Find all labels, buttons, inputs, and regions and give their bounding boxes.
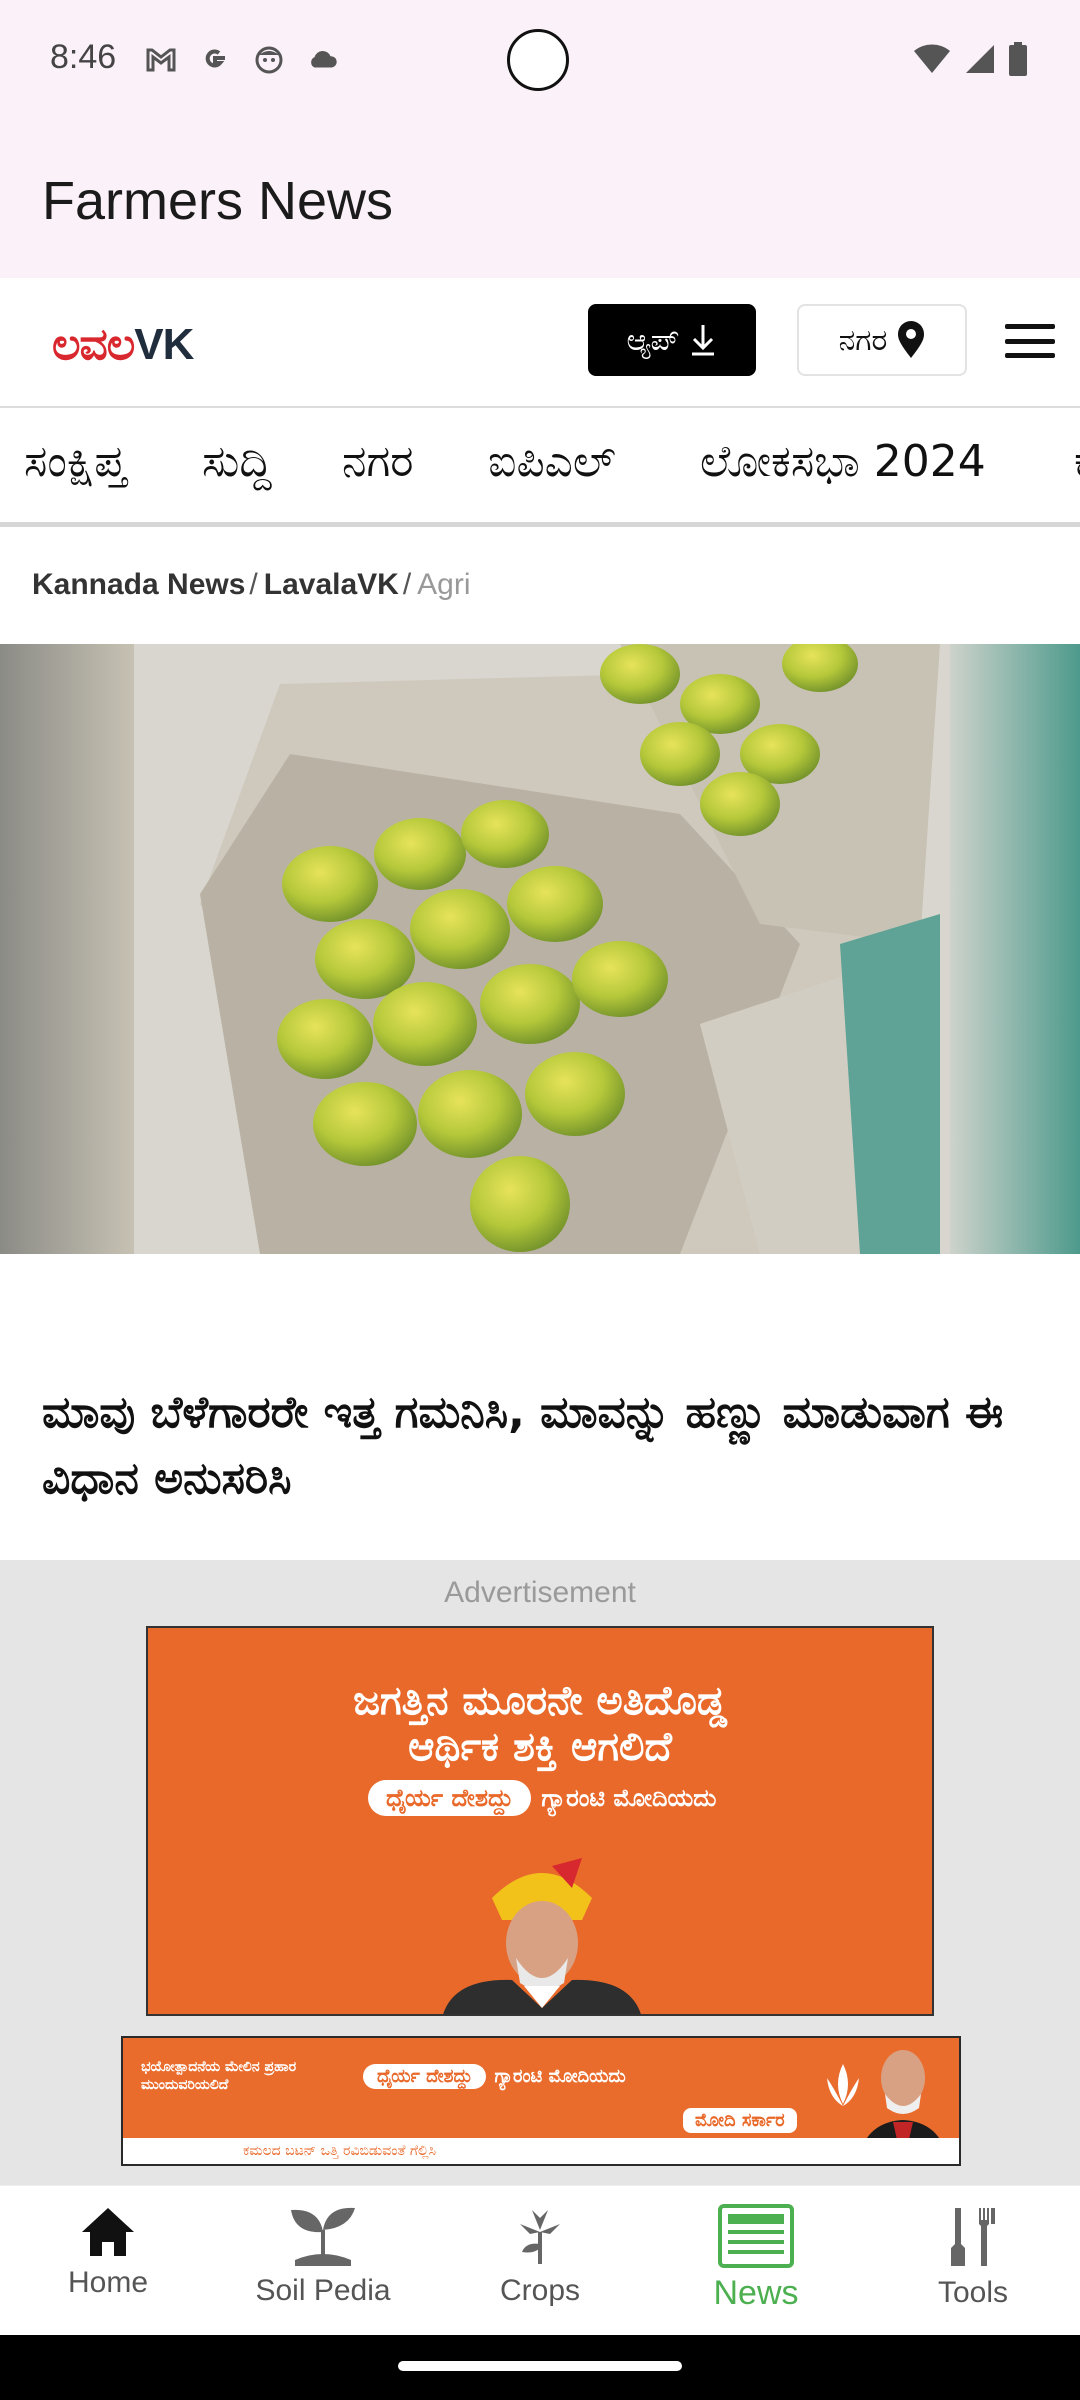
bottom-navigation: Home Soil Pedia Crops News Tools — [0, 2185, 1080, 2336]
advertisement-main-banner[interactable]: ಜಗತ್ತಿನ ಮೂರನೇ ಅತಿದೊಡ್ಡ ಆರ್ಥಿಕ ಶಕ್ತಿ ಆಗಲಿ… — [146, 1626, 934, 2016]
ad-banner-pill-suffix: ಗ್ಯಾರಂಟಿ ಮೋದಿಯದು — [494, 2066, 626, 2087]
nav-label-tools: Tools — [937, 2276, 1009, 2309]
home-gesture-handle[interactable] — [398, 2361, 682, 2371]
status-bar: 8:46 — [0, 0, 1080, 128]
advertisement-secondary-banner[interactable]: ಭಯೋತ್ಪಾದನೆಯ ಮೇಲಿನ ಪ್ರಹಾರ ಮುಂದುವರಿಯಲಿದೆ ಧ… — [121, 2036, 961, 2166]
tab-briefs[interactable]: ಸಂಕ್ಷಿಪ್ತ — [24, 436, 126, 487]
ad-banner-strip: ಕಮಲದ ಬಟನ್ ಒತ್ತಿ ರವಿಬಿಡುವಂತೆ ಗೆಲ್ಲಿಸಿ — [123, 2138, 959, 2164]
nav-label-news: News — [713, 2274, 799, 2312]
tab-city[interactable]: ನಗರ — [342, 436, 414, 487]
status-notification-icons — [145, 44, 339, 76]
nav-item-crops[interactable]: Crops — [460, 2204, 620, 2308]
site-logo[interactable]: ಲವಲVK — [52, 320, 194, 370]
ad-banner-pill: ಧೈರ್ಯ ದೇಶದ್ದು ಗ್ಯಾರಂಟಿ ಮೋದಿಯದು — [363, 2064, 626, 2089]
tab-news[interactable]: ಸುದ್ದಿ — [202, 436, 272, 487]
logo-black-text: VK — [134, 320, 194, 369]
tab-next[interactable]: ಕ — [1074, 436, 1080, 487]
home-icon — [82, 2208, 134, 2256]
download-icon — [692, 325, 715, 356]
article-headline: ಮಾವು ಬೆಳೆಗಾರರೇ ಇತ್ತ ಗಮನಿಸಿ, ಮಾವನ್ನು ಹಣ್ಣ… — [42, 1387, 1004, 1504]
cloud-icon — [307, 44, 339, 76]
ad-main-headline: ಜಗತ್ತಿನ ಮೂರನೇ ಅತಿದೊಡ್ಡ ಆರ್ಥಿಕ ಶಕ್ತಿ ಆಗಲಿ… — [148, 1678, 932, 1770]
logo-red-text: ಲವಲ — [52, 320, 135, 369]
tools-icon — [951, 2208, 995, 2266]
nav-item-news[interactable]: News — [676, 2204, 836, 2313]
city-select-button[interactable]: ನಗರ — [797, 304, 967, 376]
article-hero-image — [0, 644, 1080, 1254]
ad-main-pill-suffix: ಗ್ಯಾರಂಟಿ ಮೋದಿಯದು — [541, 1784, 717, 1812]
status-time: 8:46 — [50, 38, 117, 76]
app-download-button[interactable]: ಆ್ಯಪ್ — [588, 304, 756, 376]
face-icon — [253, 44, 285, 76]
breadcrumb-kannada-news[interactable]: Kannada News — [32, 568, 245, 601]
crop-flower-icon — [520, 2210, 560, 2264]
tab-loksabha-2024[interactable]: ಲೋಕಸಭಾ 2024 — [700, 436, 986, 487]
battery-icon — [1009, 42, 1027, 76]
nav-item-tools[interactable]: Tools — [893, 2204, 1053, 2310]
ad-main-line1: ಜಗತ್ತಿನ ಮೂರನೇ ಅತಿದೊಡ್ಡ — [353, 1678, 727, 1724]
app-bar: Farmers News — [0, 128, 1080, 278]
advertisement-label: Advertisement — [444, 1576, 636, 1609]
ad-person-image — [443, 1858, 641, 2014]
app-title: Farmers News — [42, 171, 394, 231]
ad-main-line2: ಆರ್ಥಿಕ ಶಕ್ತಿ ಆಗಲಿದೆ — [408, 1724, 672, 1770]
ad-banner-small-text: ಭಯೋತ್ಪಾದನೆಯ ಮೇಲಿನ ಪ್ರಹಾರ ಮುಂದುವರಿಯಲಿದೆ — [141, 2059, 297, 2093]
status-system-icons — [912, 42, 1028, 76]
ad-main-pill: ಧೈರ್ಯ ದೇಶದ್ದು ಗ್ಯಾರಂಟಿ ಮೋದಿಯದು — [368, 1776, 716, 1820]
location-pin-icon — [898, 321, 925, 358]
breadcrumb: Kannada News / LavalaVK / Agri — [32, 568, 471, 602]
city-button-label: ನಗರ — [838, 322, 888, 358]
sprout-icon — [291, 2207, 355, 2266]
breadcrumb-agri: Agri — [417, 568, 471, 601]
nav-item-home[interactable]: Home — [28, 2204, 188, 2300]
breadcrumb-separator: / — [249, 568, 258, 601]
signal-icon — [966, 45, 994, 73]
ad-banner-pill-label: ಧೈರ್ಯ ದೇಶದ್ದು — [363, 2064, 487, 2089]
nav-label-soil-pedia: Soil Pedia — [255, 2274, 391, 2307]
ad-main-pill-label: ಧೈರ್ಯ ದೇಶದ್ದು — [368, 1780, 532, 1816]
breadcrumb-lavalavk[interactable]: LavalaVK — [264, 568, 399, 601]
newspaper-icon — [718, 2204, 794, 2268]
hamburger-menu-icon[interactable] — [1005, 324, 1055, 358]
nav-label-crops: Crops — [499, 2274, 581, 2307]
camera-cutout — [507, 29, 569, 91]
category-tabs: ಸಂಕ್ಷಿಪ್ತ ಸುದ್ದಿ ನಗರ ಐಪಿಎಲ್ ಲೋಕಸಭಾ 2024 … — [0, 408, 1080, 527]
wifi-icon — [914, 44, 950, 73]
gesture-navigation-bar — [0, 2335, 1080, 2400]
ad-banner-badge: ಮೋದಿ ಸರ್ಕಾರ — [683, 2108, 797, 2133]
gmail-icon — [145, 44, 177, 76]
site-header: ಲವಲVK ಆ್ಯಪ್ ನಗರ — [0, 278, 1080, 408]
app-button-label: ಆ್ಯಪ್ — [626, 322, 680, 358]
google-icon — [199, 44, 231, 76]
tab-ipl[interactable]: ಐಪಿಎಲ್ — [488, 436, 616, 487]
nav-label-home: Home — [67, 2266, 149, 2299]
breadcrumb-separator: / — [402, 568, 412, 601]
nav-item-soil-pedia[interactable]: Soil Pedia — [243, 2204, 403, 2308]
